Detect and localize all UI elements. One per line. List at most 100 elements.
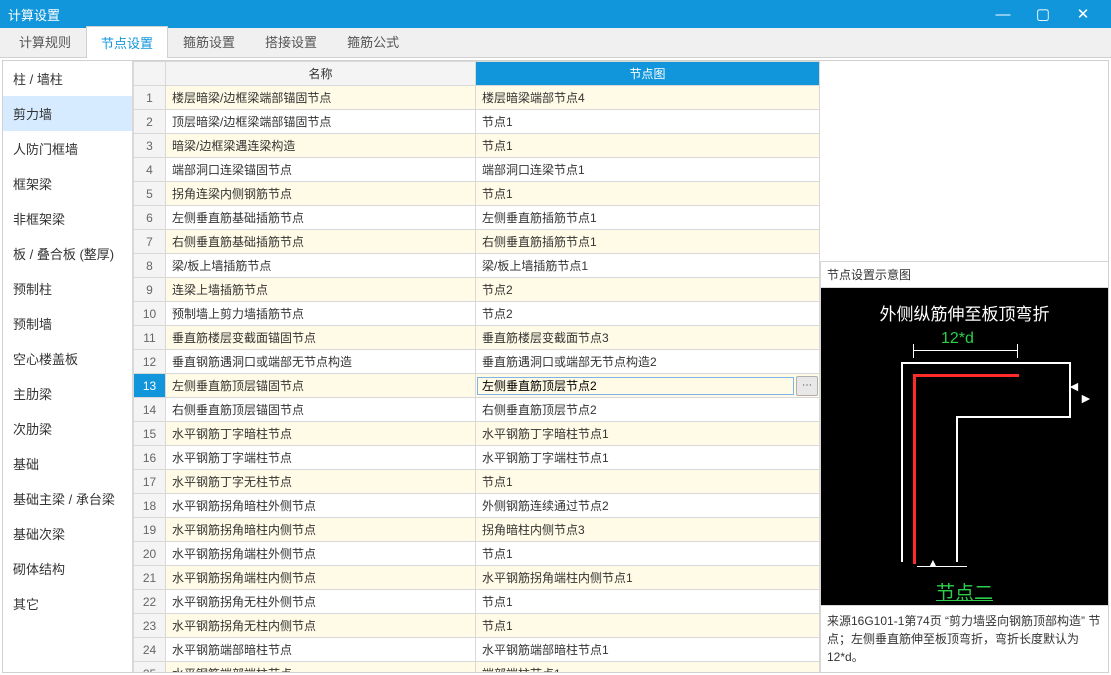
cell-name[interactable]: 垂直筋楼层变截面锚固节点 (166, 326, 476, 350)
cell-node[interactable]: 左侧垂直筋插筋节点1 (476, 206, 820, 230)
cell-node[interactable]: 节点1 (476, 110, 820, 134)
cell-name[interactable]: 楼层暗梁/边框梁端部锚固节点 (166, 86, 476, 110)
cell-node[interactable]: 水平钢筋丁字端柱节点1 (476, 446, 820, 470)
sidebar-item-10[interactable]: 次肋梁 (3, 411, 132, 446)
cell-name[interactable]: 预制墙上剪力墙插筋节点 (166, 302, 476, 326)
cell-node[interactable]: 水平钢筋端部暗柱节点1 (476, 638, 820, 662)
table-row[interactable]: 24水平钢筋端部暗柱节点水平钢筋端部暗柱节点1 (134, 638, 820, 662)
sidebar-item-6[interactable]: 预制柱 (3, 271, 132, 306)
cell-node[interactable]: 水平钢筋拐角端柱内侧节点1 (476, 566, 820, 590)
table-row[interactable]: 23水平钢筋拐角无柱内侧节点节点1 (134, 614, 820, 638)
cell-name[interactable]: 端部洞口连梁锚固节点 (166, 158, 476, 182)
sidebar-item-9[interactable]: 主肋梁 (3, 376, 132, 411)
cell-node[interactable]: 节点1 (476, 590, 820, 614)
cell-node[interactable]: 水平钢筋丁字暗柱节点1 (476, 422, 820, 446)
cell-name[interactable]: 水平钢筋拐角暗柱外侧节点 (166, 494, 476, 518)
node-editor-more-button[interactable]: ⋯ (796, 376, 818, 396)
tab-1[interactable]: 节点设置 (86, 26, 168, 58)
cell-name[interactable]: 水平钢筋端部暗柱节点 (166, 638, 476, 662)
sidebar-item-13[interactable]: 基础次梁 (3, 516, 132, 551)
cell-node[interactable]: 右侧垂直筋顶层节点2 (476, 398, 820, 422)
cell-name[interactable]: 水平钢筋丁字无柱节点 (166, 470, 476, 494)
sidebar-item-3[interactable]: 框架梁 (3, 166, 132, 201)
cell-name[interactable]: 水平钢筋拐角端柱内侧节点 (166, 566, 476, 590)
sidebar-item-15[interactable]: 其它 (3, 586, 132, 621)
cell-node[interactable]: 梁/板上墙插筋节点1 (476, 254, 820, 278)
table-row[interactable]: 13左侧垂直筋顶层锚固节点⋯ (134, 374, 820, 398)
cell-node[interactable]: 右侧垂直筋插筋节点1 (476, 230, 820, 254)
sidebar-item-4[interactable]: 非框架梁 (3, 201, 132, 236)
cell-node[interactable]: 垂直筋楼层变截面节点3 (476, 326, 820, 350)
sidebar-item-7[interactable]: 预制墙 (3, 306, 132, 341)
close-button[interactable]: ✕ (1063, 0, 1103, 28)
minimize-button[interactable]: — (983, 0, 1023, 28)
tab-2[interactable]: 箍筋设置 (168, 25, 250, 57)
table-row[interactable]: 16水平钢筋丁字端柱节点水平钢筋丁字端柱节点1 (134, 446, 820, 470)
table-row[interactable]: 25水平钢筋端部端柱节点端部端柱节点1 (134, 662, 820, 673)
cell-name[interactable]: 水平钢筋拐角端柱外侧节点 (166, 542, 476, 566)
table-row[interactable]: 11垂直筋楼层变截面锚固节点垂直筋楼层变截面节点3 (134, 326, 820, 350)
cell-name[interactable]: 连梁上墙插筋节点 (166, 278, 476, 302)
table-row[interactable]: 17水平钢筋丁字无柱节点节点1 (134, 470, 820, 494)
cell-name[interactable]: 水平钢筋拐角暗柱内侧节点 (166, 518, 476, 542)
cell-name[interactable]: 水平钢筋丁字端柱节点 (166, 446, 476, 470)
grid-wrap[interactable]: 名称 节点图 1楼层暗梁/边框梁端部锚固节点楼层暗梁端部节点42顶层暗梁/边框梁… (133, 61, 820, 672)
cell-name[interactable]: 梁/板上墙插筋节点 (166, 254, 476, 278)
cell-node[interactable]: 垂直筋遇洞口或端部无节点构造2 (476, 350, 820, 374)
cell-node[interactable]: 节点2 (476, 302, 820, 326)
diagram-node-label[interactable]: 节点二 (821, 578, 1108, 605)
cell-name[interactable]: 右侧垂直筋顶层锚固节点 (166, 398, 476, 422)
table-row[interactable]: 8梁/板上墙插筋节点梁/板上墙插筋节点1 (134, 254, 820, 278)
sidebar-item-2[interactable]: 人防门框墙 (3, 131, 132, 166)
tab-4[interactable]: 箍筋公式 (332, 25, 414, 57)
cell-node[interactable]: 外侧钢筋连续通过节点2 (476, 494, 820, 518)
cell-node[interactable]: 节点1 (476, 182, 820, 206)
table-row[interactable]: 15水平钢筋丁字暗柱节点水平钢筋丁字暗柱节点1 (134, 422, 820, 446)
cell-name[interactable]: 右侧垂直筋基础插筋节点 (166, 230, 476, 254)
cell-name[interactable]: 水平钢筋拐角无柱外侧节点 (166, 590, 476, 614)
table-row[interactable]: 5拐角连梁内侧钢筋节点节点1 (134, 182, 820, 206)
sidebar-item-0[interactable]: 柱 / 墙柱 (3, 61, 132, 96)
cell-name[interactable]: 拐角连梁内侧钢筋节点 (166, 182, 476, 206)
cell-node[interactable]: 节点1 (476, 542, 820, 566)
tab-0[interactable]: 计算规则 (4, 25, 86, 57)
cell-node[interactable]: 拐角暗柱内侧节点3 (476, 518, 820, 542)
table-row[interactable]: 6左侧垂直筋基础插筋节点左侧垂直筋插筋节点1 (134, 206, 820, 230)
cell-node[interactable]: 端部端柱节点1 (476, 662, 820, 673)
sidebar-item-14[interactable]: 砌体结构 (3, 551, 132, 586)
cell-name[interactable]: 左侧垂直筋顶层锚固节点 (166, 374, 476, 398)
cell-node[interactable]: 节点1 (476, 134, 820, 158)
cell-name[interactable]: 垂直钢筋遇洞口或端部无节点构造 (166, 350, 476, 374)
table-row[interactable]: 18水平钢筋拐角暗柱外侧节点外侧钢筋连续通过节点2 (134, 494, 820, 518)
table-row[interactable]: 20水平钢筋拐角端柱外侧节点节点1 (134, 542, 820, 566)
cell-name[interactable]: 顶层暗梁/边框梁端部锚固节点 (166, 110, 476, 134)
table-row[interactable]: 10预制墙上剪力墙插筋节点节点2 (134, 302, 820, 326)
table-row[interactable]: 19水平钢筋拐角暗柱内侧节点拐角暗柱内侧节点3 (134, 518, 820, 542)
table-row[interactable]: 4端部洞口连梁锚固节点端部洞口连梁节点1 (134, 158, 820, 182)
tab-3[interactable]: 搭接设置 (250, 25, 332, 57)
table-row[interactable]: 7右侧垂直筋基础插筋节点右侧垂直筋插筋节点1 (134, 230, 820, 254)
maximize-button[interactable]: ▢ (1023, 0, 1063, 28)
cell-name[interactable]: 水平钢筋拐角无柱内侧节点 (166, 614, 476, 638)
table-row[interactable]: 14右侧垂直筋顶层锚固节点右侧垂直筋顶层节点2 (134, 398, 820, 422)
table-row[interactable]: 22水平钢筋拐角无柱外侧节点节点1 (134, 590, 820, 614)
table-row[interactable]: 1楼层暗梁/边框梁端部锚固节点楼层暗梁端部节点4 (134, 86, 820, 110)
sidebar-item-11[interactable]: 基础 (3, 446, 132, 481)
cell-node[interactable]: 楼层暗梁端部节点4 (476, 86, 820, 110)
cell-node[interactable]: ⋯ (476, 374, 820, 398)
cell-node[interactable]: 端部洞口连梁节点1 (476, 158, 820, 182)
table-row[interactable]: 21水平钢筋拐角端柱内侧节点水平钢筋拐角端柱内侧节点1 (134, 566, 820, 590)
cell-name[interactable]: 水平钢筋丁字暗柱节点 (166, 422, 476, 446)
cell-name[interactable]: 暗梁/边框梁遇连梁构造 (166, 134, 476, 158)
cell-node[interactable]: 节点2 (476, 278, 820, 302)
sidebar-item-1[interactable]: 剪力墙 (3, 96, 132, 131)
node-editor-input[interactable] (477, 377, 794, 395)
cell-node[interactable]: 节点1 (476, 470, 820, 494)
table-row[interactable]: 12垂直钢筋遇洞口或端部无节点构造垂直筋遇洞口或端部无节点构造2 (134, 350, 820, 374)
cell-name[interactable]: 水平钢筋端部端柱节点 (166, 662, 476, 673)
table-row[interactable]: 2顶层暗梁/边框梁端部锚固节点节点1 (134, 110, 820, 134)
sidebar-item-5[interactable]: 板 / 叠合板 (整厚) (3, 236, 132, 271)
cell-node[interactable]: 节点1 (476, 614, 820, 638)
sidebar-item-8[interactable]: 空心楼盖板 (3, 341, 132, 376)
table-row[interactable]: 3暗梁/边框梁遇连梁构造节点1 (134, 134, 820, 158)
